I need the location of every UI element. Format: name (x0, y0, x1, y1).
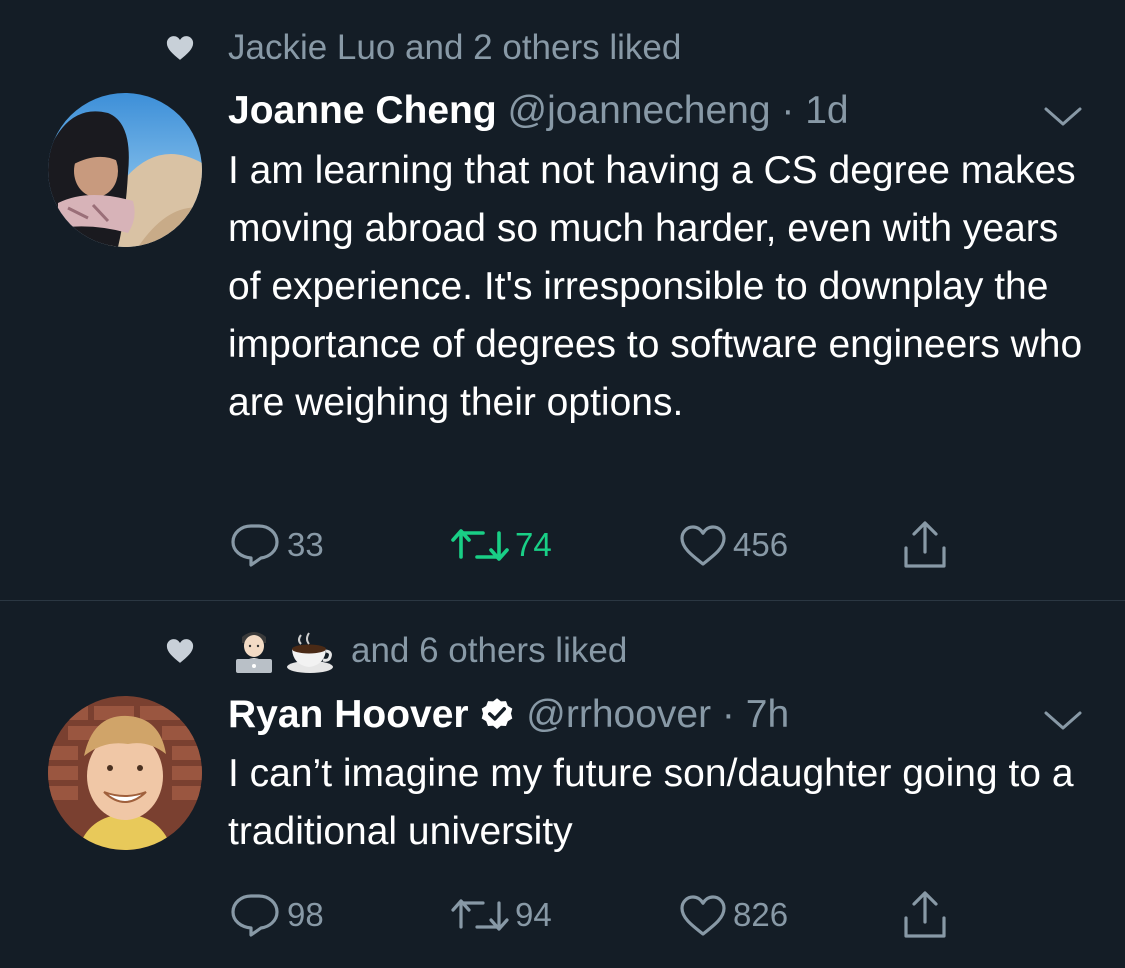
tweet-text: I am learning that not having a CS degre… (228, 149, 1083, 424)
separator: · (770, 89, 806, 132)
coffee-emoji-icon[interactable] (285, 631, 335, 675)
like-button[interactable]: 826 (679, 885, 788, 945)
share-button[interactable] (902, 885, 948, 945)
tweet-header: Joanne Cheng @joannecheng · 1d (228, 86, 849, 136)
tweet[interactable]: Jackie Luo and 2 others liked Joanne Che… (0, 0, 1125, 600)
like-count: 826 (733, 896, 789, 933)
share-icon (904, 521, 946, 568)
retweet-count: 94 (515, 896, 552, 933)
display-name[interactable]: Ryan Hoover (228, 693, 469, 736)
separator: · (711, 693, 746, 736)
reply-button[interactable]: 98 (229, 885, 324, 945)
like-count: 456 (733, 526, 789, 563)
verified-badge-icon (482, 698, 513, 729)
avatar[interactable] (48, 93, 202, 247)
like-button[interactable]: 456 (679, 515, 788, 575)
retweet-icon (451, 899, 509, 931)
chevron-down-icon[interactable] (1042, 103, 1084, 129)
display-name[interactable]: Joanne Cheng (228, 89, 497, 132)
handle[interactable]: @joannecheng (508, 89, 771, 132)
technologist-emoji-icon[interactable] (232, 629, 276, 673)
timestamp[interactable]: 7h (746, 693, 789, 736)
tweet[interactable]: and 6 others liked Ryan Hoover @rrhoover… (0, 601, 1125, 968)
heart-outline-icon (680, 525, 726, 566)
handle[interactable]: @rrhoover (526, 693, 711, 736)
timeline: Jackie Luo and 2 others liked Joanne Che… (0, 0, 1125, 968)
avatar[interactable] (48, 696, 202, 850)
share-button[interactable] (902, 515, 948, 575)
heart-icon (166, 639, 194, 663)
timestamp[interactable]: 1d (805, 89, 848, 132)
share-icon (904, 891, 946, 938)
social-context: and 6 others liked (0, 629, 1125, 673)
reply-count: 98 (287, 896, 324, 933)
reply-button[interactable]: 33 (229, 515, 324, 575)
tweet-text: I can’t imagine my future son/daughter g… (228, 752, 1074, 853)
tweet-header: Ryan Hoover @rrhoover · 7h (228, 690, 789, 740)
social-context-text[interactable]: and 6 others liked (351, 629, 627, 673)
tweet-actions: 33 74 456 (0, 515, 1125, 575)
heart-outline-icon (680, 895, 726, 936)
social-context-text[interactable]: Jackie Luo and 2 others liked (228, 26, 681, 70)
reply-icon (231, 894, 279, 937)
chevron-down-icon[interactable] (1042, 707, 1084, 733)
retweet-button[interactable]: 74 (451, 515, 552, 575)
reply-count: 33 (287, 526, 324, 563)
retweet-button[interactable]: 94 (451, 885, 552, 945)
tweet-actions: 98 94 826 (0, 885, 1125, 945)
reply-icon (231, 524, 279, 567)
retweet-icon (451, 529, 509, 561)
heart-icon (166, 36, 194, 60)
retweet-count: 74 (515, 526, 552, 563)
